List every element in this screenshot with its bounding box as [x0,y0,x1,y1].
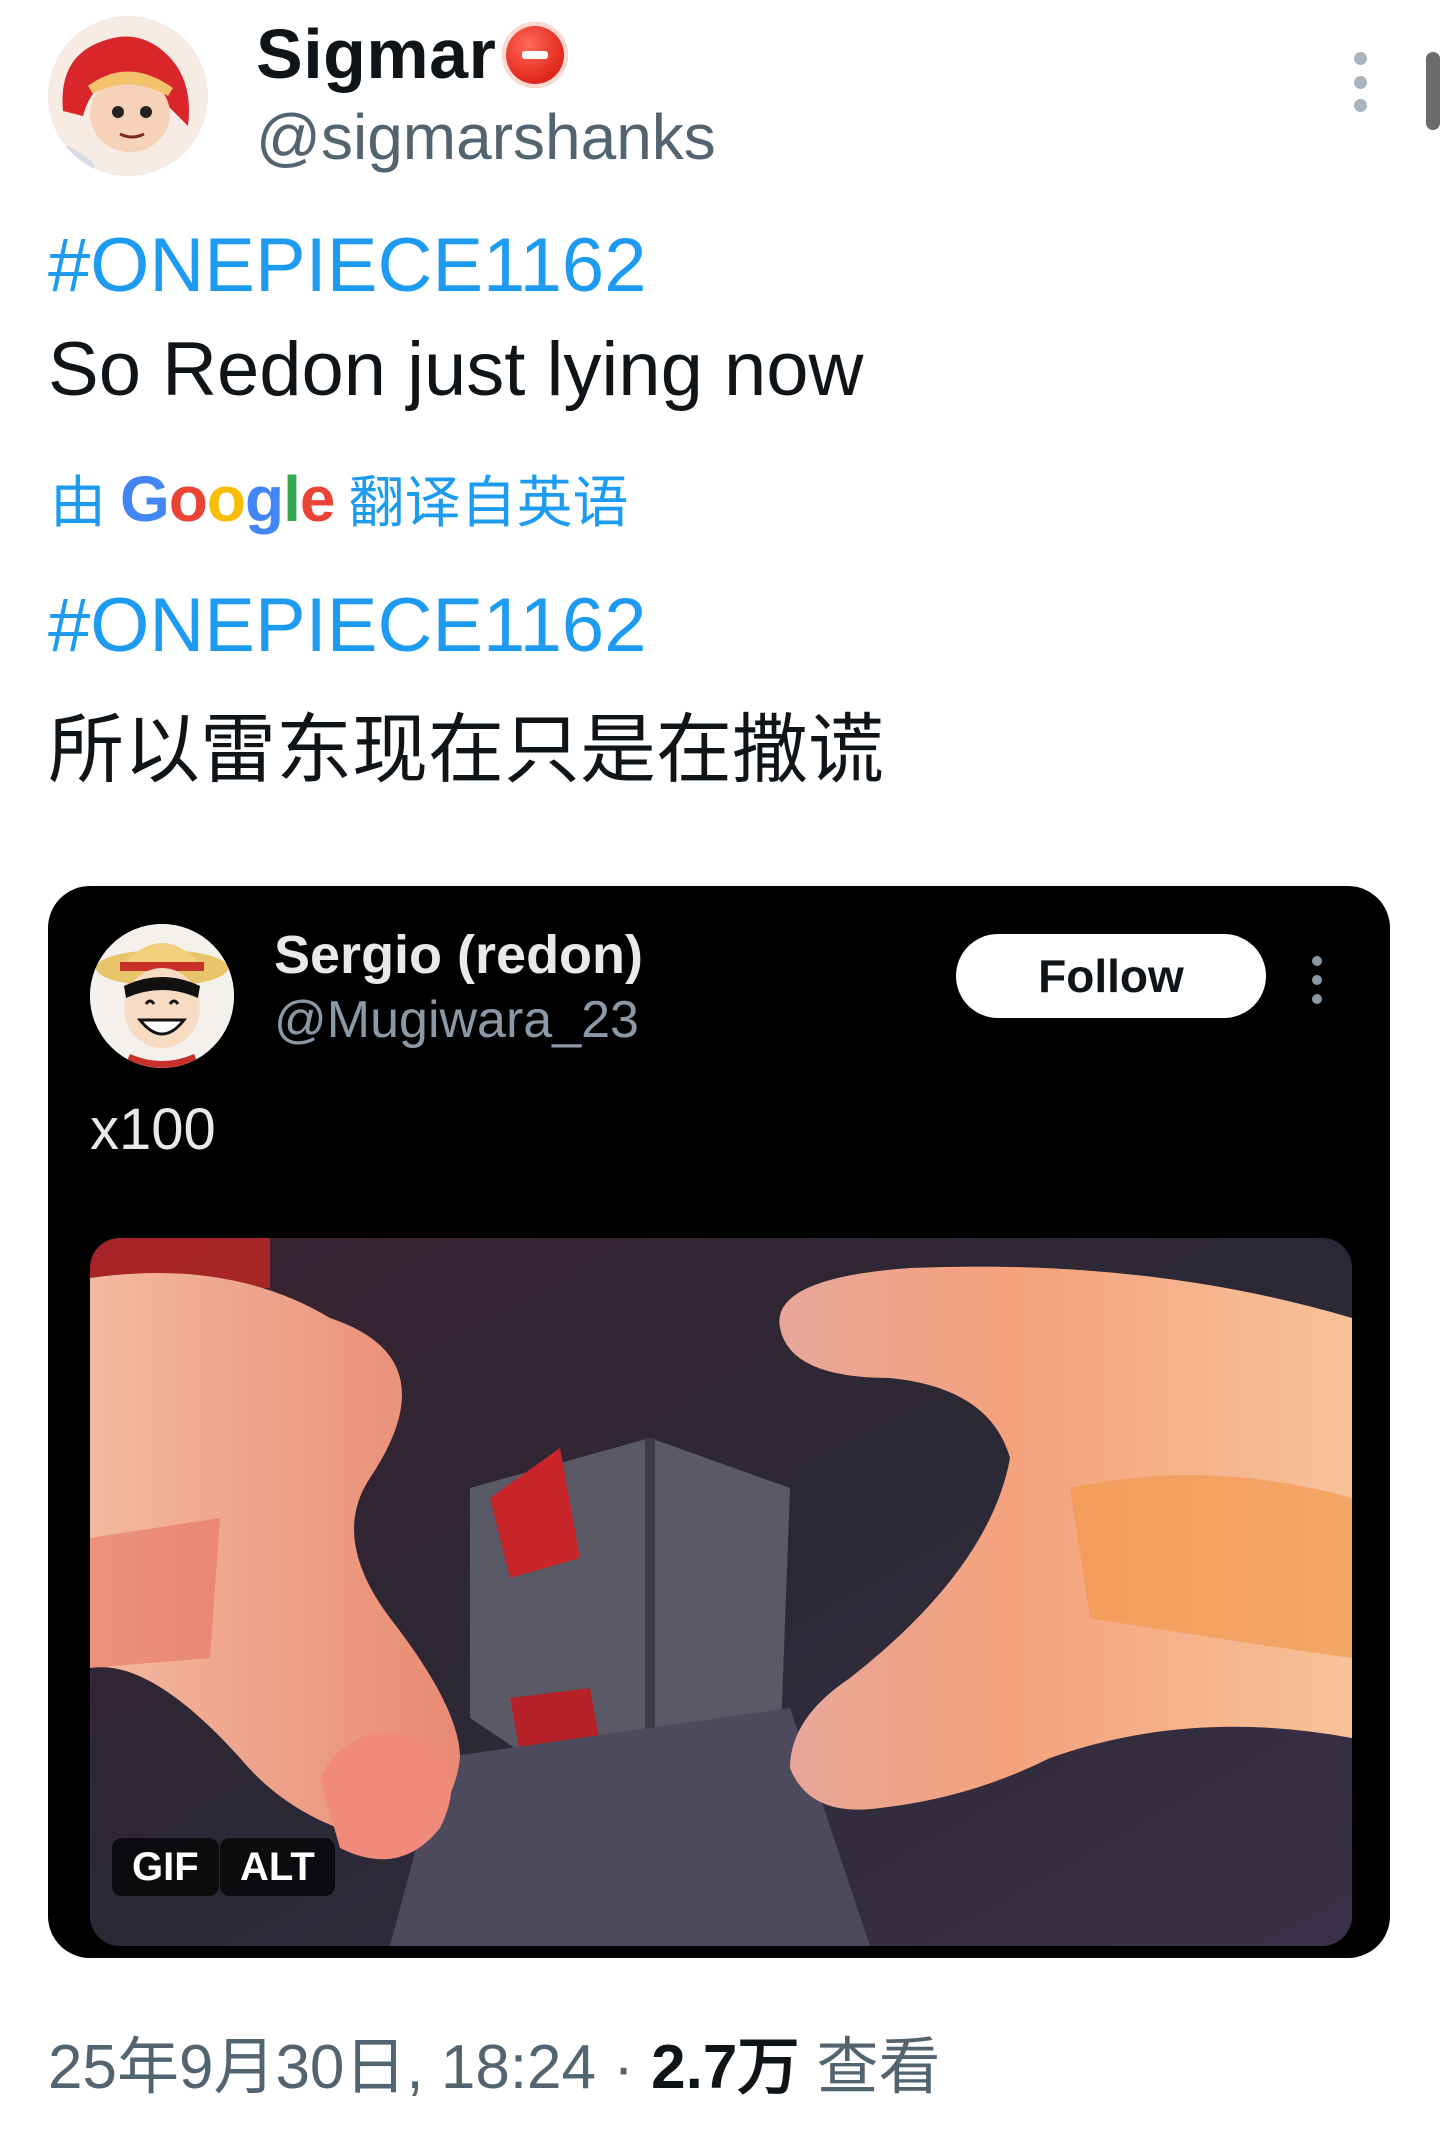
media-gif[interactable]: GIF ALT [90,1238,1352,1946]
author-avatar[interactable] [48,16,208,176]
translation-attribution[interactable]: 由 Google 翻译自英语 [50,458,628,539]
translated-hashtag-link[interactable]: #ONEPIECE1162 [48,582,646,669]
google-logo-letter: l [283,462,301,535]
translation-prefix: 由 [50,471,106,534]
views-count: 2.7万 [651,2033,800,2102]
translated-text: 所以雷东现在只是在撒谎 [48,708,884,793]
more-vertical-icon[interactable] [1340,52,1380,112]
embedded-post-text: x100 [90,1097,216,1162]
meta-separator: · [596,2033,652,2102]
tweet-timestamp[interactable]: 25年9月30日, 18:24 [48,2033,596,2102]
embedded-author-name[interactable]: Sergio (redon) [274,924,643,986]
translation-suffix: 翻译自英语 [348,471,629,534]
verified-badge-icon [502,22,568,88]
scrollbar[interactable] [1426,52,1440,130]
embed-more-icon[interactable] [1310,956,1324,1004]
follow-button[interactable]: Follow [956,934,1266,1018]
embedded-author-handle[interactable]: @Mugiwara_23 [274,990,639,1050]
embedded-author-avatar[interactable] [90,924,234,1068]
alt-badge[interactable]: ALT [220,1838,335,1896]
google-logo-letter: G [120,462,170,535]
tweet-text: So Redon just lying now [48,327,864,412]
hashtag-link[interactable]: #ONEPIECE1162 [48,222,646,309]
google-logo-letter: e [299,462,336,535]
google-logo: Google [120,462,336,536]
tweet-meta: 25年9月30日, 18:24 · 2.7万 查看 [48,2016,941,2106]
google-logo-letter: g [244,462,284,535]
google-logo-letter: o [206,462,246,535]
google-logo-letter: o [168,462,208,535]
views-label: 查看 [799,2033,941,2102]
author-handle[interactable]: @sigmarshanks [256,100,716,174]
author-display-name[interactable]: Sigmar [256,14,496,94]
embedded-post-card[interactable]: Sergio (redon) @Mugiwara_23 Follow x100 [48,886,1390,1958]
gif-badge[interactable]: GIF [112,1838,219,1896]
